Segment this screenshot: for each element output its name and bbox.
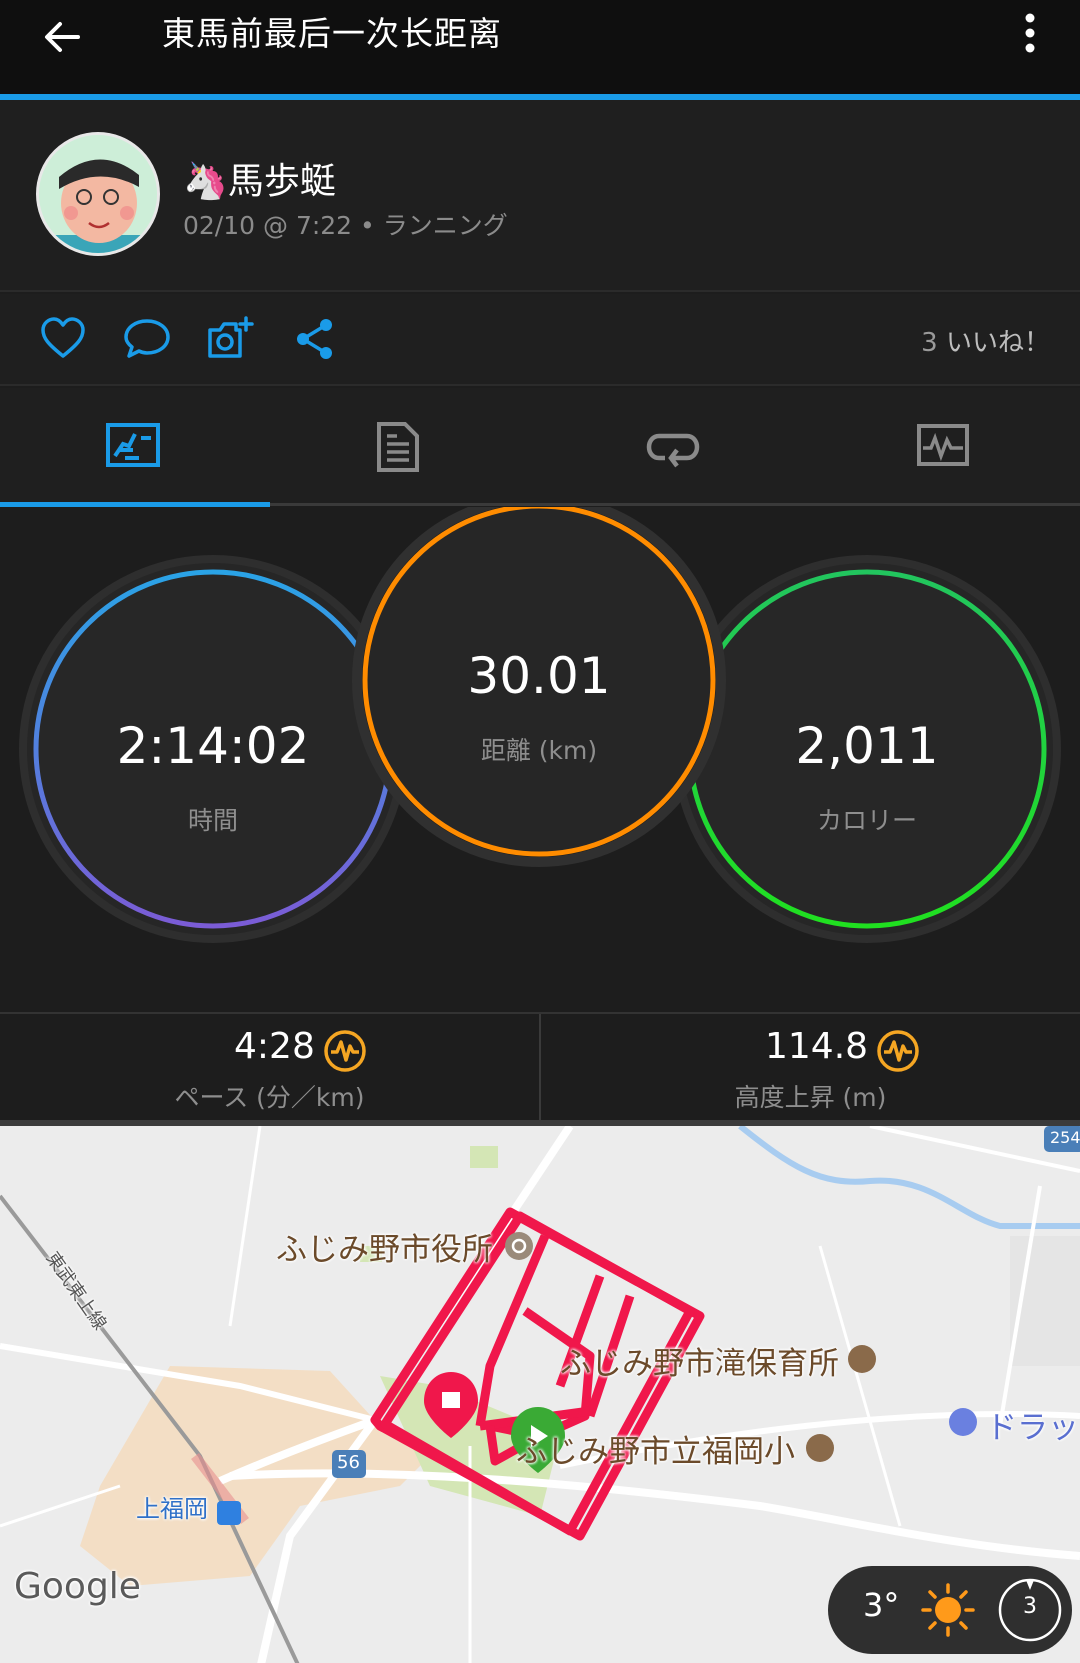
likes-label: いいね！ — [945, 328, 1050, 358]
app-bar: 東馬前最后一次长距离 — [0, 0, 1080, 94]
arrow-left-icon[interactable] — [38, 12, 88, 62]
distance-label: 距離 (km) — [480, 736, 598, 765]
elevation-label: 高度上昇 (m) — [734, 1083, 887, 1112]
pace-value: 4:28 — [234, 1026, 315, 1067]
activity-tabs — [0, 388, 1080, 506]
share-icon[interactable] — [290, 314, 340, 364]
city-hall-poi-icon — [505, 1232, 533, 1260]
shop-poi-icon — [949, 1408, 977, 1436]
school-poi-icon — [806, 1434, 834, 1462]
google-logo: Google — [14, 1566, 141, 1607]
pace-stat[interactable]: 4:28 ペース (分／km) — [0, 1014, 539, 1120]
tab-charts[interactable] — [810, 388, 1080, 506]
chart-icon — [917, 424, 969, 466]
map-label-school: ふじみ野市立福岡小 — [516, 1434, 795, 1470]
likes-number: 3 — [921, 328, 938, 358]
time-stat: 2:14:02 時間 — [63, 717, 363, 837]
elevation-stat[interactable]: 114.8 高度上昇 (m) — [541, 1014, 1080, 1120]
add-photo-icon[interactable] — [206, 314, 256, 364]
user-name[interactable]: 🦄馬歩蜓 — [183, 152, 336, 204]
summary-stats: 2:14:02 時間 30.01 距離 (km) 2,011 カロリー — [0, 507, 1080, 1012]
time-value: 2:14:02 — [116, 717, 310, 775]
more-vertical-icon[interactable] — [1010, 12, 1050, 62]
stats-icon — [106, 423, 160, 467]
calorie-label: カロリー — [816, 806, 917, 835]
pace-label: ペース (分／km) — [174, 1083, 365, 1112]
weather-widget[interactable]: 3° 3 — [828, 1566, 1072, 1654]
page-title: 東馬前最后一次长距离 — [162, 14, 502, 53]
comment-icon[interactable] — [122, 314, 172, 364]
calorie-value: 2,011 — [795, 717, 939, 775]
nursery-poi-icon — [848, 1345, 876, 1373]
elevation-insight-icon — [877, 1030, 919, 1072]
river — [738, 1126, 1080, 1229]
activity-owner: 🦄馬歩蜓 02/10 @ 7:22 • ランニング — [0, 100, 1080, 292]
activity-meta: 02/10 @ 7:22 • ランニング — [183, 211, 508, 240]
map-label-station: 上福岡 — [136, 1495, 208, 1523]
distance-value: 30.01 — [467, 647, 611, 705]
map-label-drugstore: ドラッ — [986, 1410, 1079, 1446]
tab-summary[interactable] — [0, 388, 270, 506]
sun-icon — [921, 1583, 975, 1637]
action-row: 3 いいね！ — [0, 294, 1080, 386]
likes-count[interactable]: 3 いいね！ — [921, 322, 1050, 359]
pace-insight-icon — [324, 1030, 366, 1072]
heart-icon[interactable] — [38, 314, 88, 364]
calorie-stat: 2,011 カロリー — [717, 717, 1017, 837]
elevation-value: 114.8 — [765, 1026, 869, 1067]
weather-temperature: 3° — [863, 1586, 900, 1624]
map-label-route-56: 56 — [337, 1452, 360, 1473]
train-station-icon — [217, 1501, 241, 1525]
map-label-route-254: 254 — [1050, 1128, 1080, 1147]
document-icon — [377, 422, 419, 472]
wind-speed: 3 — [1023, 1594, 1037, 1619]
map-label-nursery: ふじみ野市滝保育所 — [560, 1346, 839, 1382]
time-label: 時間 — [187, 806, 238, 835]
tab-details[interactable] — [270, 388, 540, 506]
stat-divider — [539, 1014, 541, 1120]
distance-stat: 30.01 距離 (km) — [389, 647, 689, 767]
map-label-city-hall: ふじみ野市役所 — [276, 1232, 493, 1268]
avatar[interactable] — [36, 132, 160, 256]
tab-laps[interactable] — [540, 388, 810, 506]
green-patch — [470, 1146, 498, 1168]
loop-icon — [646, 433, 700, 468]
